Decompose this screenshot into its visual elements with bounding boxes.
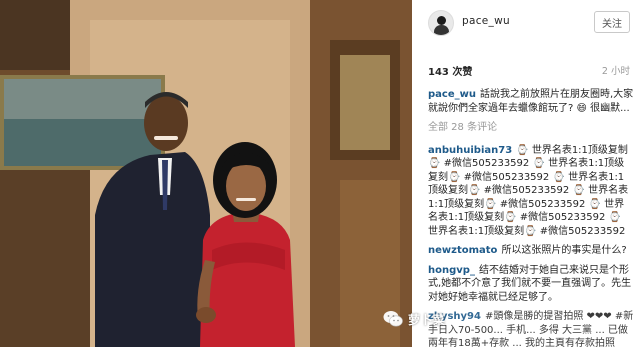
watermark-text: 萝卜菜: [408, 312, 446, 327]
comment-item: anbuhuibian73 ⌚ 世界名表1:1顶级复制⌚ #微信505233592…: [428, 144, 634, 239]
wechat-icon: [383, 311, 403, 327]
comment-username[interactable]: anbuhuibian73: [428, 145, 512, 156]
caption: pace_wu 話說我之前放照片在朋友圈時,大家就說你們全家過年去蠟像館玩了? 😄…: [428, 88, 634, 115]
comment-username[interactable]: hongvp_: [428, 265, 475, 276]
comment-item: hongvp_ 结不结婚对于她自己来说只是个形式,她都不介意了我们就不要一直强调了…: [428, 264, 634, 305]
wechat-watermark: 萝卜菜: [383, 306, 640, 332]
post-stats: 143 次赞 2 小时: [428, 63, 632, 78]
follow-button[interactable]: 关注: [594, 11, 630, 33]
user-avatar-icon[interactable]: [428, 10, 454, 36]
comment-username[interactable]: newztomato: [428, 245, 497, 256]
comment-text: ⌚ 世界名表1:1顶级复制⌚ #微信505233592 ⌚ 世界名表1:1顶级复…: [428, 144, 629, 237]
post-side-panel: pace_wu 关注 143 次赞 2 小时 pace_wu 話說我之前放照片在朋…: [412, 0, 640, 347]
caption-username[interactable]: pace_wu: [428, 89, 476, 100]
post-photo[interactable]: [0, 0, 412, 347]
comment-text: 所以这张照片的事实是什么?: [501, 245, 627, 256]
view-all-comments-link[interactable]: 全部 28 条评论: [428, 121, 634, 135]
avatar-body: [434, 25, 449, 35]
like-count[interactable]: 143 次赞: [428, 67, 472, 78]
comment-item: newztomato 所以这张照片的事实是什么?: [428, 244, 634, 258]
post-header: pace_wu 关注: [412, 0, 640, 46]
post-time[interactable]: 2 小时: [602, 63, 630, 77]
post-username[interactable]: pace_wu: [462, 15, 510, 27]
avatar-head: [437, 16, 446, 25]
